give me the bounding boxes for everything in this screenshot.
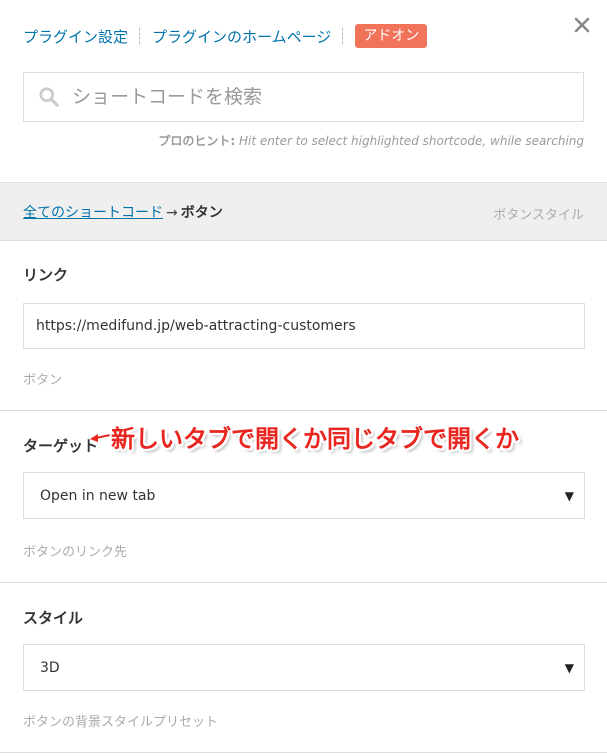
pro-hint: プロのヒント: Hit enter to select highlighted … bbox=[158, 132, 584, 149]
breadcrumb-trail: 全てのショートコード → ボタン bbox=[23, 202, 223, 222]
target-description: ボタンのリンク先 bbox=[23, 545, 128, 560]
link-description: ボタン bbox=[23, 373, 63, 388]
style-select[interactable]: 3D ▼ bbox=[23, 644, 585, 691]
close-icon[interactable] bbox=[570, 13, 594, 37]
target-select[interactable]: Open in new tab ▼ bbox=[23, 472, 585, 519]
breadcrumb-current: ボタン bbox=[180, 205, 223, 221]
search-icon bbox=[39, 87, 59, 107]
target-select-value: Open in new tab bbox=[40, 487, 156, 504]
style-label: スタイル bbox=[23, 609, 84, 627]
header-separator bbox=[342, 28, 344, 44]
plugin-settings-link[interactable]: プラグイン設定 bbox=[23, 26, 128, 47]
annotation-arrow-icon bbox=[90, 434, 111, 442]
all-shortcodes-link[interactable]: 全てのショートコード bbox=[23, 205, 163, 221]
target-label: ターゲット bbox=[23, 437, 99, 455]
header-links: プラグイン設定 プラグインのホームページ アドオン bbox=[23, 22, 428, 50]
breadcrumb-description: ボタンスタイル bbox=[493, 208, 584, 223]
breadcrumb: 全てのショートコード → ボタン ボタンスタイル bbox=[0, 182, 607, 241]
link-label: リンク bbox=[23, 266, 69, 284]
section-divider bbox=[0, 752, 607, 753]
style-description: ボタンの背景スタイルプリセット bbox=[23, 715, 219, 730]
search-input[interactable] bbox=[70, 85, 554, 109]
annotation-text: 新しいタブで開くか同じタブで開くか bbox=[111, 425, 519, 453]
chevron-down-icon: ▼ bbox=[564, 488, 574, 503]
link-input[interactable] bbox=[23, 303, 585, 349]
section-divider bbox=[0, 410, 607, 411]
style-select-value: 3D bbox=[40, 659, 60, 676]
addon-button[interactable]: アドオン bbox=[355, 24, 428, 48]
section-divider bbox=[0, 582, 607, 583]
pro-hint-text: Hit enter to select highlighted shortcod… bbox=[235, 134, 584, 148]
search-box bbox=[23, 72, 584, 122]
pro-hint-label: プロのヒント: bbox=[158, 134, 236, 148]
header-separator bbox=[139, 28, 141, 44]
chevron-down-icon: ▼ bbox=[564, 660, 574, 675]
breadcrumb-arrow: → bbox=[166, 205, 178, 221]
plugin-homepage-link[interactable]: プラグインのホームページ bbox=[152, 26, 331, 47]
